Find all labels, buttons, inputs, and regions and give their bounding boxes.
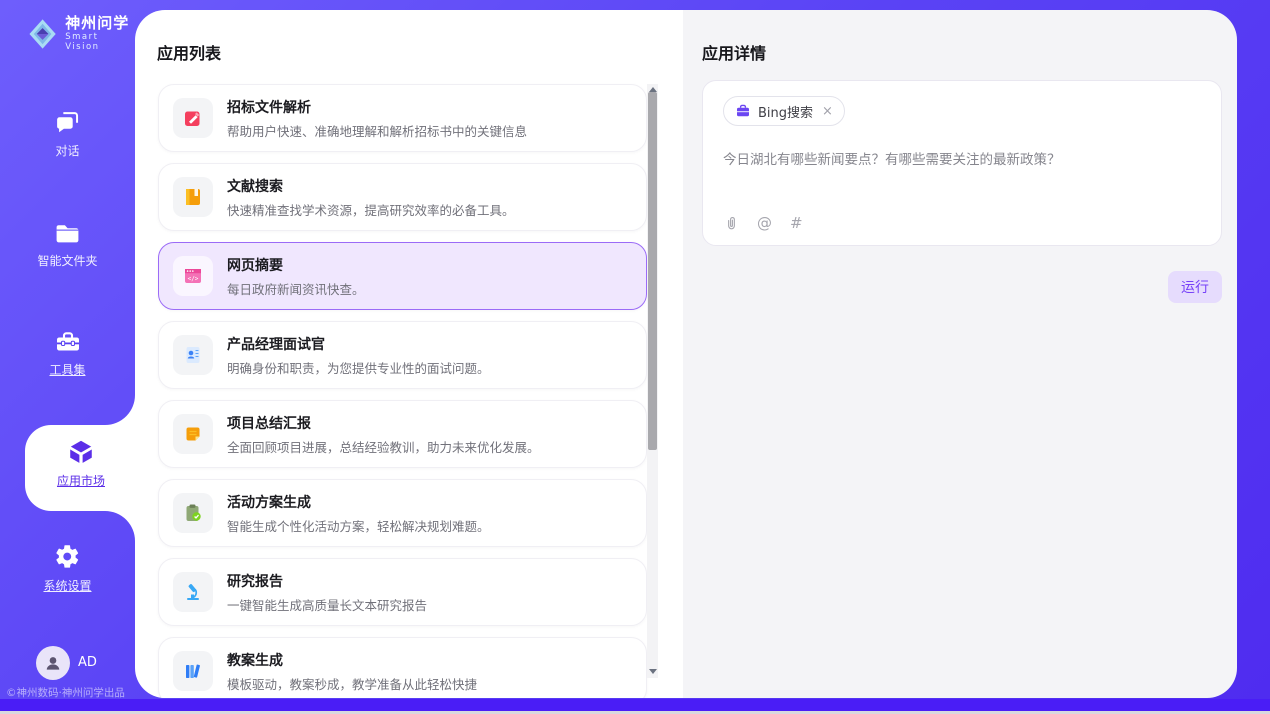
prompt-input-card: Bing搜索 × 今日湖北有哪些新闻要点？有哪些需要关注的最新政策？ @ # [702,80,1222,246]
app-icon-tile [173,493,213,533]
brand-tagline: Smart Vision [65,32,135,52]
app-icon-tile [173,651,213,691]
app-card-desc: 全面回顾项目进展，总结经验教训，助力未来优化发展。 [227,437,540,456]
app-card-title: 活动方案生成 [227,492,490,512]
tool-chip-label: Bing搜索 [758,102,813,121]
app-card-title: 教案生成 [227,650,477,670]
toolbox-icon [54,329,82,354]
mention-at-icon[interactable]: @ [757,216,772,231]
scrollbar-thumb[interactable] [648,92,657,450]
brand-logo: 神州问学 Smart Vision [28,15,135,52]
app-card-title: 文献搜索 [227,176,515,196]
sidebar-item-label: 系统设置 [43,579,91,593]
app-card-desc: 帮助用户快速、准确地理解和解析招标书中的关键信息 [227,121,527,140]
sidebar: 神州问学 Smart Vision 对话 智能文件夹 工具集 [0,0,135,699]
close-icon[interactable]: × [822,104,833,119]
sidebar-item-smart-folders[interactable]: 智能文件夹 [0,222,135,269]
app-card-title: 研究报告 [227,571,427,591]
sidebar-item-label: 工具集 [49,363,85,377]
app-card-title: 产品经理面试官 [227,334,490,354]
sidebar-item-label: 对话 [55,144,79,158]
app-icon-tile [173,414,213,454]
copyright-footer: ©神州数码·神州问学出品 [0,685,160,700]
app-card-desc: 一键智能生成高质量长文本研究报告 [227,595,427,614]
app-card-title: 网页摘要 [227,255,365,275]
app-card-lesson-plan[interactable]: 教案生成 模板驱动，教案秒成，教学准备从此轻松快捷 [158,637,647,698]
briefcase-icon [735,103,751,119]
app-card-web-summary[interactable]: </> 网页摘要 每日政府新闻资讯快查。 [158,242,647,310]
edit-document-icon [182,107,204,129]
avatar[interactable] [36,646,70,680]
folder-icon [54,222,81,245]
app-icon-tile: </> [173,256,213,296]
sidebar-item-toolset[interactable]: 工具集 [0,329,135,378]
app-icon-tile [173,177,213,217]
app-card-title: 招标文件解析 [227,97,527,117]
run-button[interactable]: 运行 [1168,271,1222,303]
app-card-literature-search[interactable]: 文献搜索 快速精准查找学术资源，提高研究效率的必备工具。 [158,163,647,231]
books-icon [182,660,204,682]
query-text-input[interactable]: 今日湖北有哪些新闻要点？有哪些需要关注的最新政策？ [723,150,1201,170]
note-icon [182,423,204,445]
diamond-logo-icon [28,17,57,51]
attachment-toolbar: @ # [724,215,803,232]
app-card-desc: 明确身份和职责，为您提供专业性的面试问题。 [227,358,490,377]
svg-text:</>: </> [188,275,199,282]
app-card-desc: 智能生成个性化活动方案，轻松解决规划难题。 [227,516,490,535]
book-icon [182,186,204,208]
sidebar-item-app-market[interactable]: 应用市场 [25,425,137,511]
bottom-taskbar-strip [0,699,1270,711]
app-card-project-summary[interactable]: 项目总结汇报 全面回顾项目进展，总结经验教训，助力未来优化发展。 [158,400,647,468]
sidebar-item-label: 应用市场 [57,474,105,488]
app-detail-panel: 应用详情 Bing搜索 × 今日湖北有哪些新闻要点？有哪些需要关注的最新政策？ … [683,10,1237,698]
browser-code-icon: </> [182,265,204,287]
app-icon-tile [173,572,213,612]
sidebar-item-label: 智能文件夹 [37,254,97,268]
app-card-title: 项目总结汇报 [227,413,540,433]
app-detail-title: 应用详情 [702,40,766,64]
app-card-pm-interviewer[interactable]: 产品经理面试官 明确身份和职责，为您提供专业性的面试问题。 [158,321,647,389]
app-icon-tile [173,335,213,375]
scroll-down-icon[interactable] [649,669,657,674]
interview-document-icon [182,344,204,366]
app-list-panel: 应用列表 招标文件解析 帮助用户快速、准确地理解和解析招标书中的关键信息 [135,10,683,698]
scroll-up-icon[interactable] [649,87,657,92]
hash-tag-icon[interactable]: # [790,216,803,231]
tool-chip-bing-search[interactable]: Bing搜索 × [723,96,845,126]
sidebar-item-chat[interactable]: 对话 [0,110,135,159]
clipboard-check-icon [182,502,204,524]
microscope-icon [182,581,204,603]
user-initials: AD [78,655,97,670]
sidebar-item-settings[interactable]: 系统设置 [0,543,135,594]
user-icon [43,653,63,673]
chat-icon [54,110,81,135]
brand-name: 神州问学 [65,15,135,32]
cube-icon [67,437,95,467]
app-card-event-plan[interactable]: 活动方案生成 智能生成个性化活动方案，轻松解决规划难题。 [158,479,647,547]
app-list-title: 应用列表 [157,40,221,64]
app-card-bid-parse[interactable]: 招标文件解析 帮助用户快速、准确地理解和解析招标书中的关键信息 [158,84,647,152]
app-card-research-report[interactable]: 研究报告 一键智能生成高质量长文本研究报告 [158,558,647,626]
paperclip-icon[interactable] [724,215,739,232]
app-card-desc: 每日政府新闻资讯快查。 [227,279,365,298]
gear-icon [54,543,81,570]
app-icon-tile [173,98,213,138]
app-cards: 招标文件解析 帮助用户快速、准确地理解和解析招标书中的关键信息 文献搜索 快速精… [158,84,647,698]
app-card-desc: 快速精准查找学术资源，提高研究效率的必备工具。 [227,200,515,219]
app-card-desc: 模板驱动，教案秒成，教学准备从此轻松快捷 [227,674,477,693]
